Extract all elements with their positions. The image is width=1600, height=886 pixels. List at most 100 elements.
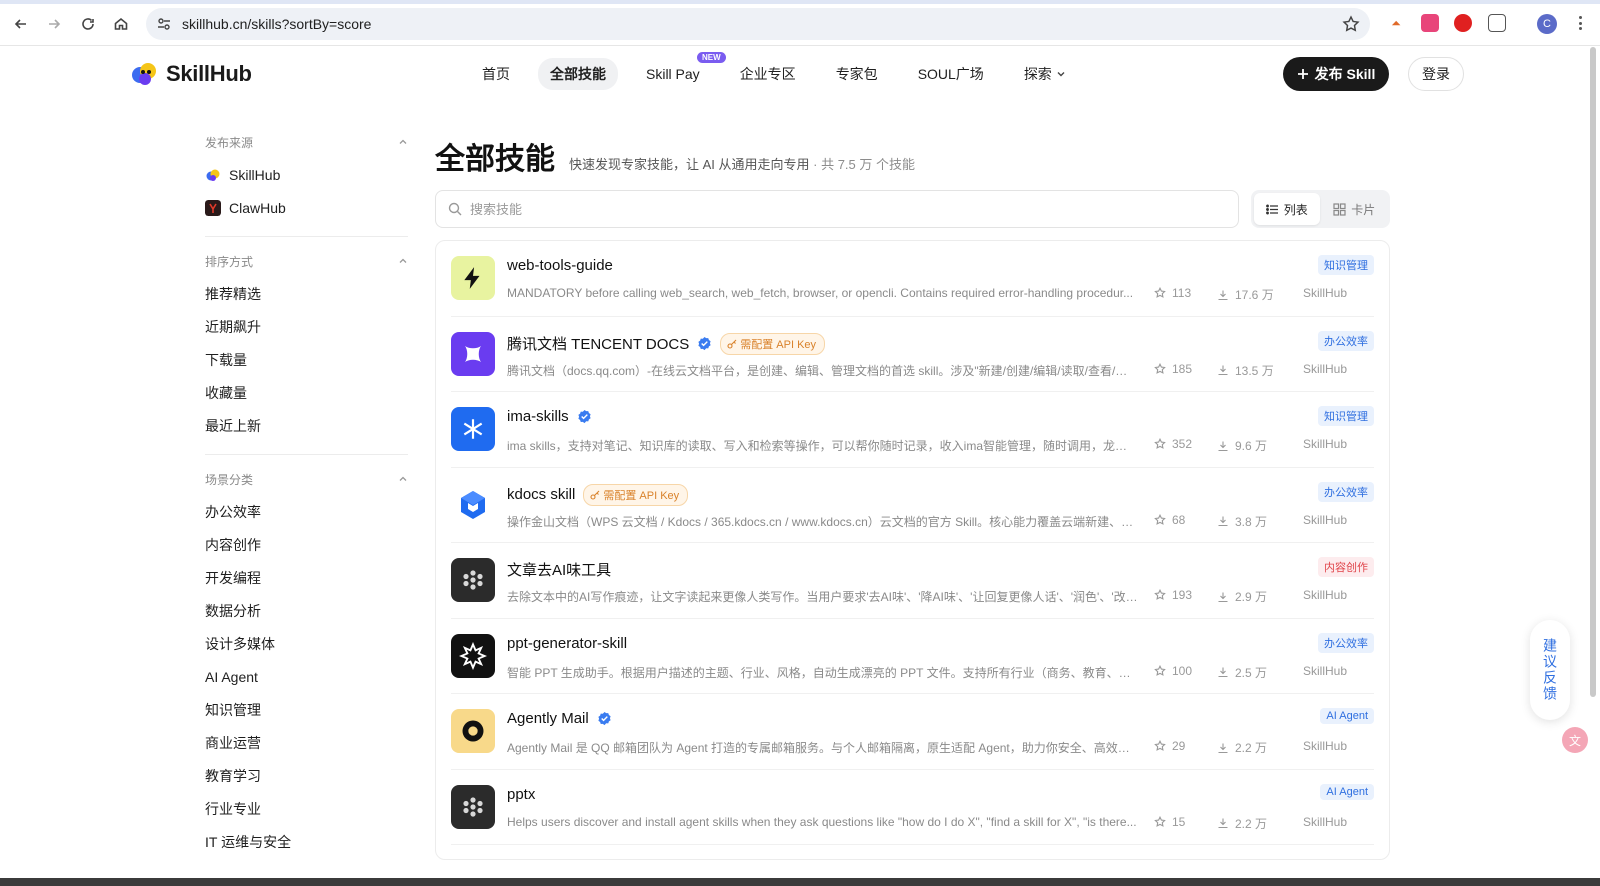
skill-name-line: 文章去AI味工具: [507, 559, 611, 580]
key-icon: [590, 490, 600, 500]
skill-row[interactable]: ppt-generator-skill 智能 PPT 生成助手。根据用户描述的主…: [451, 619, 1374, 694]
category-item-ai-agent[interactable]: AI Agent: [205, 660, 408, 693]
category-item-office[interactable]: 办公效率: [205, 495, 408, 528]
skill-name[interactable]: ima-skills: [507, 408, 569, 425]
skill-name[interactable]: 文章去AI味工具: [507, 559, 611, 580]
plus-icon: [1297, 69, 1308, 79]
source-item-skillhub[interactable]: SkillHub: [205, 158, 408, 191]
skill-description: MANDATORY before calling web_search, web…: [507, 286, 1134, 300]
publish-skill-button[interactable]: 发布 Skill: [1283, 57, 1389, 91]
skill-row[interactable]: web-tools-guide MANDATORY before calling…: [451, 241, 1374, 317]
star-icon: [1154, 362, 1166, 374]
category-item-dev[interactable]: 开发编程: [205, 561, 408, 594]
nav-enterprise[interactable]: 企业专区: [728, 58, 808, 90]
sort-item-recommended[interactable]: 推荐精选: [205, 277, 408, 310]
category-item-education[interactable]: 教育学习: [205, 759, 408, 792]
view-list-label: 列表: [1283, 202, 1308, 217]
category-badge: 办公效率: [1318, 481, 1374, 502]
back-icon[interactable]: [9, 12, 33, 36]
skill-row[interactable]: pptx Helps users discover and install ag…: [451, 770, 1374, 845]
skill-row[interactable]: ima-skills ima skills，支持对笔记、知识库的读取、写入和检索…: [451, 392, 1374, 468]
category-item-design[interactable]: 设计多媒体: [205, 627, 408, 660]
browser-menu-icon[interactable]: [1572, 14, 1588, 32]
skill-stars: 68: [1154, 513, 1185, 527]
skill-stars: 100: [1154, 664, 1192, 678]
address-bar[interactable]: skillhub.cn/skills?sortBy=score: [146, 8, 1370, 40]
site-settings-icon[interactable]: [156, 16, 172, 32]
api-key-label: 需配置 API Key: [603, 489, 680, 502]
sort-item-downloads[interactable]: 下载量: [205, 343, 408, 376]
nav-all-skills[interactable]: 全部技能: [538, 58, 618, 90]
page-title: 全部技能: [435, 143, 555, 176]
skill-name-line: kdocs skill 需配置 API Key: [507, 483, 689, 506]
translate-icon[interactable]: 文: [1562, 727, 1588, 753]
filter-sidebar: 发布来源 SkillHub ClawHub 排序方式 推荐精选 近期飙升 下载量…: [205, 130, 408, 882]
skill-description: 去除文本中的AI写作痕迹，让文字读起来更像人类写作。当用户要求'去AI味'、'降…: [507, 590, 1139, 604]
source-item-label: ClawHub: [229, 199, 286, 216]
sort-header[interactable]: 排序方式: [205, 249, 408, 273]
skill-stars: 352: [1154, 437, 1192, 451]
skill-name[interactable]: kdocs skill: [507, 486, 575, 503]
api-key-badge: 需配置 API Key: [583, 483, 689, 506]
skill-name[interactable]: 腾讯文档 TENCENT DOCS: [507, 333, 689, 354]
category-header[interactable]: 场景分类: [205, 467, 408, 491]
home-icon[interactable]: [109, 12, 133, 36]
star-count: 113: [1172, 286, 1192, 300]
category-item-industry[interactable]: 行业专业: [205, 792, 408, 825]
extension-pink-icon[interactable]: [1421, 14, 1439, 32]
star-icon: [1154, 589, 1166, 600]
nav-soul-square[interactable]: SOUL广场: [906, 58, 996, 90]
nav-home[interactable]: 首页: [470, 58, 522, 90]
nav-skill-pay[interactable]: Skill Pay NEW: [634, 52, 726, 88]
view-card-button[interactable]: 卡片: [1322, 193, 1388, 225]
nav-expert-pack[interactable]: 专家包: [824, 58, 890, 90]
reload-icon[interactable]: [76, 12, 100, 36]
download-icon: [1218, 592, 1228, 602]
category-item-content[interactable]: 内容创作: [205, 528, 408, 561]
window-bottom-edge: [0, 878, 1600, 886]
verified-badge-icon: [698, 336, 711, 351]
skill-name[interactable]: web-tools-guide: [507, 257, 613, 274]
category-item-business[interactable]: 商业运营: [205, 726, 408, 759]
skill-name[interactable]: Agently Mail: [507, 710, 589, 727]
extensions-puzzle-icon[interactable]: [1488, 14, 1506, 32]
browser-toolbar: skillhub.cn/skills?sortBy=score ⏶ C: [0, 0, 1600, 46]
skill-row[interactable]: Agently Mail Agently Mail 是 QQ 邮箱团队为 Age…: [451, 694, 1374, 770]
skill-row[interactable]: kdocs skill 需配置 API Key 操作金山文档（WPS 云文档 /…: [451, 468, 1374, 543]
skill-row[interactable]: 腾讯文档 TENCENT DOCS 需配置 API Key 腾讯文档（docs.…: [451, 317, 1374, 392]
search-box[interactable]: [435, 190, 1239, 228]
category-badge: 办公效率: [1318, 330, 1374, 351]
source-header[interactable]: 发布来源: [205, 130, 408, 154]
nav-explore[interactable]: 探索: [1012, 58, 1078, 90]
skill-name[interactable]: ppt-generator-skill: [507, 635, 627, 652]
nav-skill-pay-label: Skill Pay: [646, 66, 700, 82]
category-item-knowledge[interactable]: 知识管理: [205, 693, 408, 726]
page-scrollbar[interactable]: [1590, 47, 1596, 697]
source-item-clawhub[interactable]: ClawHub: [205, 191, 408, 224]
skill-description: ima skills，支持对笔记、知识库的读取、写入和检索等操作，可以帮你随时记…: [507, 439, 1139, 453]
sort-item-newest[interactable]: 最近上新: [205, 409, 408, 442]
view-list-button[interactable]: 列表: [1254, 193, 1320, 225]
skillhub-logo[interactable]: SkillHub: [130, 59, 252, 89]
skill-stars: 113: [1154, 286, 1191, 300]
skill-name-line: Agently Mail: [507, 710, 612, 727]
url-text[interactable]: skillhub.cn/skills?sortBy=score: [182, 16, 371, 32]
api-key-label: 需配置 API Key: [740, 338, 817, 351]
skill-name[interactable]: pptx: [507, 786, 535, 803]
bookmark-star-icon[interactable]: [1342, 15, 1360, 33]
skill-row[interactable]: 文章去AI味工具 去除文本中的AI写作痕迹，让文字读起来更像人类写作。当用户要求…: [451, 543, 1374, 619]
forward-icon[interactable]: [42, 12, 66, 36]
feedback-button[interactable]: 建议反馈: [1530, 620, 1570, 720]
profile-avatar[interactable]: C: [1537, 14, 1557, 34]
clawhub-icon: [205, 199, 221, 216]
extension-red-icon[interactable]: [1454, 14, 1472, 32]
star-count: 29: [1172, 739, 1186, 753]
search-input[interactable]: [470, 201, 1230, 217]
nav-explore-label: 探索: [1023, 66, 1052, 82]
login-button[interactable]: 登录: [1408, 57, 1464, 91]
sort-item-favorites[interactable]: 收藏量: [205, 376, 408, 409]
sort-item-trending[interactable]: 近期飙升: [205, 310, 408, 343]
category-item-it-ops[interactable]: IT 运维与安全: [205, 825, 408, 858]
category-item-data[interactable]: 数据分析: [205, 594, 408, 627]
extension-triangle-icon[interactable]: ⏶: [1387, 14, 1405, 32]
